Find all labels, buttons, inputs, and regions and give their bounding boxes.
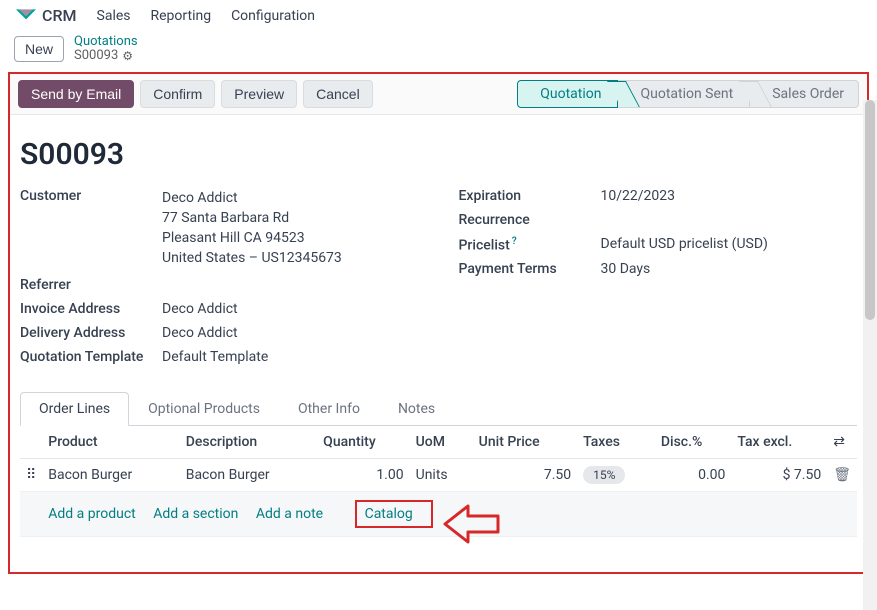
th-description[interactable]: Description: [180, 426, 317, 459]
field-delivery-address: Delivery Address Deco Addict: [20, 325, 419, 341]
scrollbar[interactable]: [863, 100, 877, 610]
template-label: Quotation Template: [20, 349, 162, 365]
add-section-link[interactable]: Add a section: [153, 506, 238, 522]
pricelist-value[interactable]: Default USD pricelist (USD): [601, 236, 768, 254]
confirm-button[interactable]: Confirm: [140, 80, 215, 108]
th-tax-excl[interactable]: Tax excl.: [731, 426, 827, 459]
field-quotation-template: Quotation Template Default Template: [20, 349, 419, 365]
th-product[interactable]: Product: [42, 426, 179, 459]
preview-button[interactable]: Preview: [221, 80, 297, 108]
customer-addr1: 77 Santa Barbara Rd: [162, 208, 342, 228]
stage-quotation[interactable]: Quotation: [517, 80, 618, 108]
field-expiration: Expiration 10/22/2023: [459, 188, 858, 204]
form-columns: Customer Deco Addict 77 Santa Barbara Rd…: [20, 188, 857, 373]
cancel-button[interactable]: Cancel: [303, 80, 373, 108]
th-unit-price[interactable]: Unit Price: [473, 426, 577, 459]
nav-sales[interactable]: Sales: [97, 8, 131, 24]
field-recurrence: Recurrence: [459, 212, 858, 228]
nav-configuration[interactable]: Configuration: [231, 8, 315, 24]
referrer-label: Referrer: [20, 277, 162, 293]
table-header-row: Product Description Quantity UoM Unit Pr…: [20, 426, 857, 459]
scrollbar-thumb[interactable]: [865, 100, 875, 320]
add-product-link[interactable]: Add a product: [48, 506, 135, 522]
breadcrumb-current-text: S00093: [74, 49, 118, 63]
breadcrumb: Quotations S00093 ⚙: [74, 35, 138, 64]
expiration-value[interactable]: 10/22/2023: [601, 188, 676, 204]
add-note-link[interactable]: Add a note: [256, 506, 323, 522]
delivery-value[interactable]: Deco Addict: [162, 325, 238, 341]
terms-label: Payment Terms: [459, 261, 601, 277]
breadcrumb-row: New Quotations S00093 ⚙: [0, 31, 877, 72]
tab-optional-products[interactable]: Optional Products: [129, 392, 279, 426]
field-referrer: Referrer: [20, 277, 419, 293]
field-payment-terms: Payment Terms 30 Days: [459, 261, 858, 277]
customer-value[interactable]: Deco Addict 77 Santa Barbara Rd Pleasant…: [162, 188, 342, 269]
table-row[interactable]: ⠿ Bacon Burger Bacon Burger 1.00 Units 7…: [20, 458, 857, 491]
tax-badge: 15%: [583, 466, 625, 484]
customer-addr3: United States – US12345673: [162, 248, 342, 268]
new-button[interactable]: New: [14, 36, 64, 62]
tabs: Order Lines Optional Products Other Info…: [20, 391, 857, 426]
status-actions: Send by Email Confirm Preview Cancel: [18, 80, 373, 108]
tab-order-lines[interactable]: Order Lines: [20, 392, 129, 426]
breadcrumb-current: S00093 ⚙: [74, 49, 138, 63]
cell-description[interactable]: Bacon Burger: [180, 458, 317, 491]
cell-disc[interactable]: 0.00: [655, 458, 732, 491]
add-row: Add a product Add a section Add a note C…: [20, 491, 857, 536]
terms-value[interactable]: 30 Days: [601, 261, 651, 277]
left-column: Customer Deco Addict 77 Santa Barbara Rd…: [20, 188, 419, 373]
expiration-label: Expiration: [459, 188, 601, 204]
th-disc[interactable]: Disc.%: [655, 426, 732, 459]
field-customer: Customer Deco Addict 77 Santa Barbara Rd…: [20, 188, 419, 269]
breadcrumb-parent[interactable]: Quotations: [74, 35, 138, 49]
brand-label: CRM: [42, 6, 77, 25]
customer-label: Customer: [20, 188, 162, 269]
status-stages: Quotation Quotation Sent Sales Order: [518, 80, 859, 108]
right-column: Expiration 10/22/2023 Recurrence Priceli…: [459, 188, 858, 373]
tab-other-info[interactable]: Other Info: [279, 392, 379, 426]
cell-uom[interactable]: Units: [410, 458, 473, 491]
gear-icon[interactable]: ⚙: [122, 50, 133, 63]
pricelist-label-text: Pricelist: [459, 237, 510, 253]
catalog-link[interactable]: Catalog: [365, 506, 413, 522]
cell-unit-price[interactable]: 7.50: [473, 458, 577, 491]
th-uom[interactable]: UoM: [410, 426, 473, 459]
tab-notes[interactable]: Notes: [379, 392, 454, 426]
catalog-highlight: Catalog: [355, 500, 433, 528]
customer-name: Deco Addict: [162, 188, 342, 208]
help-icon[interactable]: ?: [512, 236, 517, 247]
status-bar: Send by Email Confirm Preview Cancel Quo…: [10, 74, 867, 115]
cell-product[interactable]: Bacon Burger: [42, 458, 179, 491]
send-email-button[interactable]: Send by Email: [18, 80, 134, 108]
cell-taxes[interactable]: 15%: [577, 458, 655, 491]
invoice-label: Invoice Address: [20, 301, 162, 317]
th-quantity[interactable]: Quantity: [317, 426, 409, 459]
delivery-label: Delivery Address: [20, 325, 162, 341]
field-invoice-address: Invoice Address Deco Addict: [20, 301, 419, 317]
template-value[interactable]: Default Template: [162, 349, 268, 365]
field-pricelist: Pricelist? Default USD pricelist (USD): [459, 236, 858, 254]
order-lines-table: Product Description Quantity UoM Unit Pr…: [20, 426, 857, 537]
cell-quantity[interactable]: 1.00: [317, 458, 409, 491]
brand-wrap[interactable]: CRM: [16, 6, 77, 25]
invoice-value[interactable]: Deco Addict: [162, 301, 238, 317]
cell-tax-excl: $ 7.50: [731, 458, 827, 491]
top-nav: CRM Sales Reporting Configuration: [0, 0, 877, 31]
record-title: S00093: [20, 137, 857, 172]
recurrence-label: Recurrence: [459, 212, 601, 228]
customer-addr2: Pleasant Hill CA 94523: [162, 228, 342, 248]
app-logo-icon: [16, 9, 36, 23]
trash-icon[interactable]: 🗑: [833, 467, 851, 483]
form-body: S00093 Customer Deco Addict 77 Santa Bar…: [10, 115, 867, 537]
pricelist-label: Pricelist?: [459, 236, 601, 254]
columns-settings-icon[interactable]: ⇄: [833, 434, 845, 450]
drag-handle-icon[interactable]: ⠿: [20, 458, 42, 491]
main-panel: Send by Email Confirm Preview Cancel Quo…: [8, 72, 869, 574]
nav-reporting[interactable]: Reporting: [151, 8, 212, 24]
th-taxes[interactable]: Taxes: [577, 426, 655, 459]
